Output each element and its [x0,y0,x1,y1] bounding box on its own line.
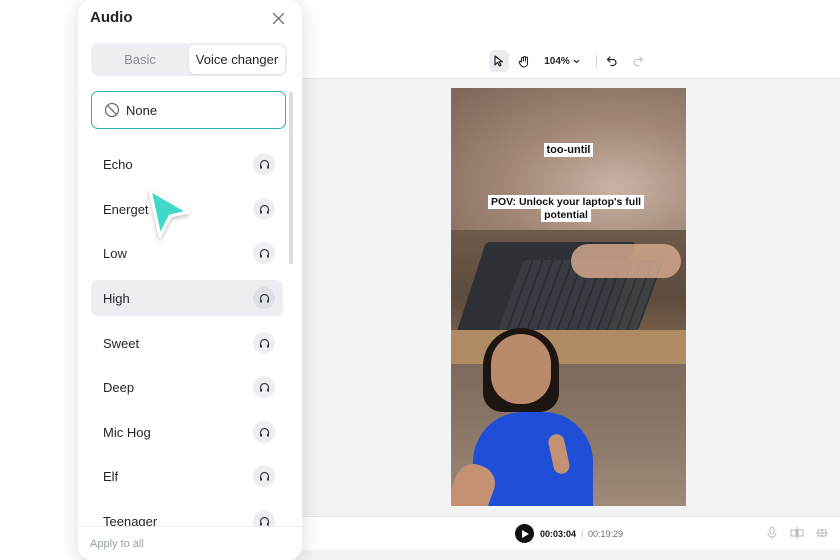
video-laptop-frame [451,230,686,364]
redo-icon [633,56,644,67]
editor-toolbar: 104% [296,42,840,79]
preview-button[interactable] [253,242,275,264]
prohibited-icon [104,102,120,118]
chevron-down-icon [573,59,580,63]
panel-scrollbar[interactable] [289,92,293,264]
headphones-icon [259,382,269,392]
time-separator: | [581,528,584,538]
tab-basic[interactable]: Basic [93,45,187,74]
close-button[interactable] [269,9,287,27]
voice-option-sweet[interactable]: Sweet [91,325,283,361]
voice-option-none[interactable]: None [91,91,286,129]
select-tool-button[interactable] [489,50,509,72]
playback-bar: 00:03:04 | 00:19:29 [296,516,840,550]
voice-option-label: Low [103,245,127,261]
video-preview[interactable]: too-until POV: Unlock your laptop's full… [451,88,686,506]
voice-option-label: Deep [103,379,135,395]
headphones-icon [259,427,269,437]
person-head [491,334,551,404]
headphones-icon [259,338,269,348]
voice-option-label: Energet [103,201,149,217]
headphones-icon [259,204,269,214]
toolbar-divider [596,55,597,67]
voice-option-label: None [126,102,158,118]
voice-option-label: Sweet [103,335,140,351]
preview-button[interactable] [253,153,275,175]
headphones-icon [259,471,269,481]
video-person-frame [451,328,686,506]
preview-button[interactable] [253,198,275,220]
undo-icon [606,56,617,67]
current-time: 00:03:04 [540,529,577,539]
voice-option-high[interactable]: High [91,280,283,316]
preview-button[interactable] [253,376,275,398]
voice-option-label: Mic Hog [103,424,151,440]
voice-option-mic-hog[interactable]: Mic Hog [91,414,283,450]
headphones-icon [259,159,269,169]
voice-option-deep[interactable]: Deep [91,369,283,405]
hand-icon [518,55,528,68]
select-icon [494,55,504,67]
voice-option-label: Elf [103,468,119,484]
caption-top[interactable]: too-until [451,143,686,157]
headphones-icon [259,293,269,303]
audio-panel: Audio Basic Voice changer None Echo Ener… [78,0,302,560]
zoom-dropdown[interactable]: 104% [542,50,582,72]
preview-button[interactable] [253,332,275,354]
hand-shape [571,244,681,278]
undo-button[interactable] [602,50,622,72]
redo-button[interactable] [628,50,648,72]
headphones-icon [259,248,269,258]
fit-button[interactable] [814,526,830,542]
voice-option-label: Echo [103,156,133,172]
zoom-level: 104% [544,55,570,67]
preview-button[interactable] [253,287,275,309]
panel-footer: Apply to all [78,526,302,560]
audio-tabs: Basic Voice changer [91,43,287,76]
fit-icon [816,529,828,537]
panel-title: Audio [90,9,133,26]
hand-tool-button[interactable] [514,50,534,72]
split-icon [790,527,804,539]
microphone-button[interactable] [764,526,780,542]
apply-to-all-button[interactable]: Apply to all [90,538,144,550]
split-button[interactable] [789,526,805,542]
headphones-icon [259,516,269,526]
total-time: 00:19:29 [588,529,624,539]
preview-button[interactable] [253,465,275,487]
voice-option-echo[interactable]: Echo [91,146,283,182]
caption-main[interactable]: POV: Unlock your laptop's full potential [480,194,652,224]
preview-button[interactable] [253,421,275,443]
play-button[interactable] [515,524,534,543]
voice-option-label: High [103,290,130,306]
pointer-cursor-icon [148,188,190,238]
tab-voice-changer[interactable]: Voice changer [189,45,285,74]
close-icon [272,12,284,24]
voice-option-elf[interactable]: Elf [91,458,283,494]
microphone-icon [767,526,777,539]
